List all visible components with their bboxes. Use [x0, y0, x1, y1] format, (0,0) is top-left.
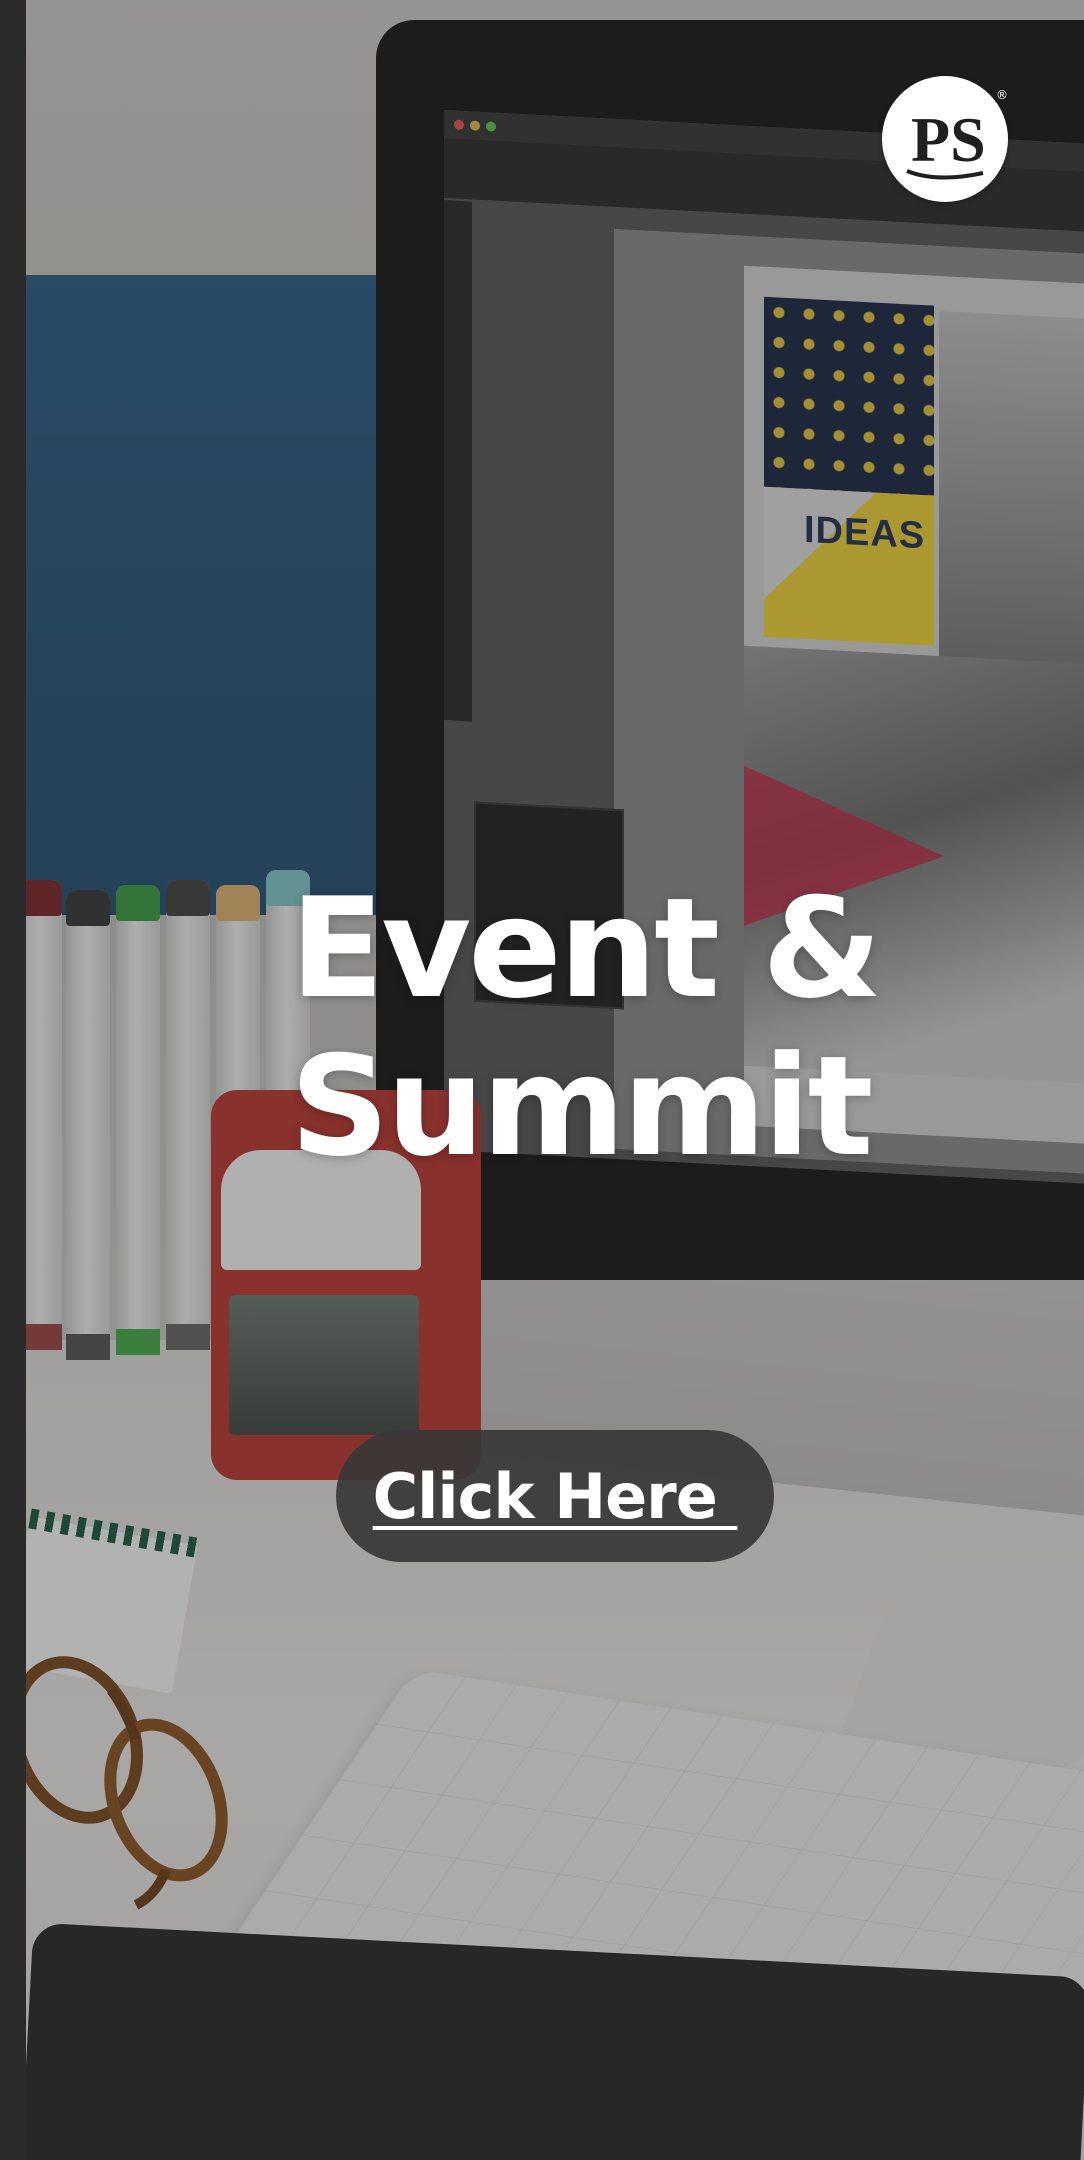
brand-logo[interactable]: PS ®: [882, 76, 1008, 202]
hero-title: Event & Summit: [290, 870, 930, 1186]
logo-text: PS: [911, 104, 986, 175]
left-edge-strip: [0, 0, 26, 2160]
registered-mark: ®: [996, 88, 1008, 102]
click-here-button[interactable]: Click Here: [336, 1430, 774, 1562]
ps-monogram-icon: PS: [906, 104, 986, 180]
landing-page: IDEAS PS ® Event & Summit Click Here: [0, 0, 1084, 2160]
hero-title-line-2: Summit: [290, 1026, 874, 1187]
hero-title-line-1: Event &: [290, 868, 882, 1029]
click-here-label: Click Here: [372, 1459, 738, 1533]
